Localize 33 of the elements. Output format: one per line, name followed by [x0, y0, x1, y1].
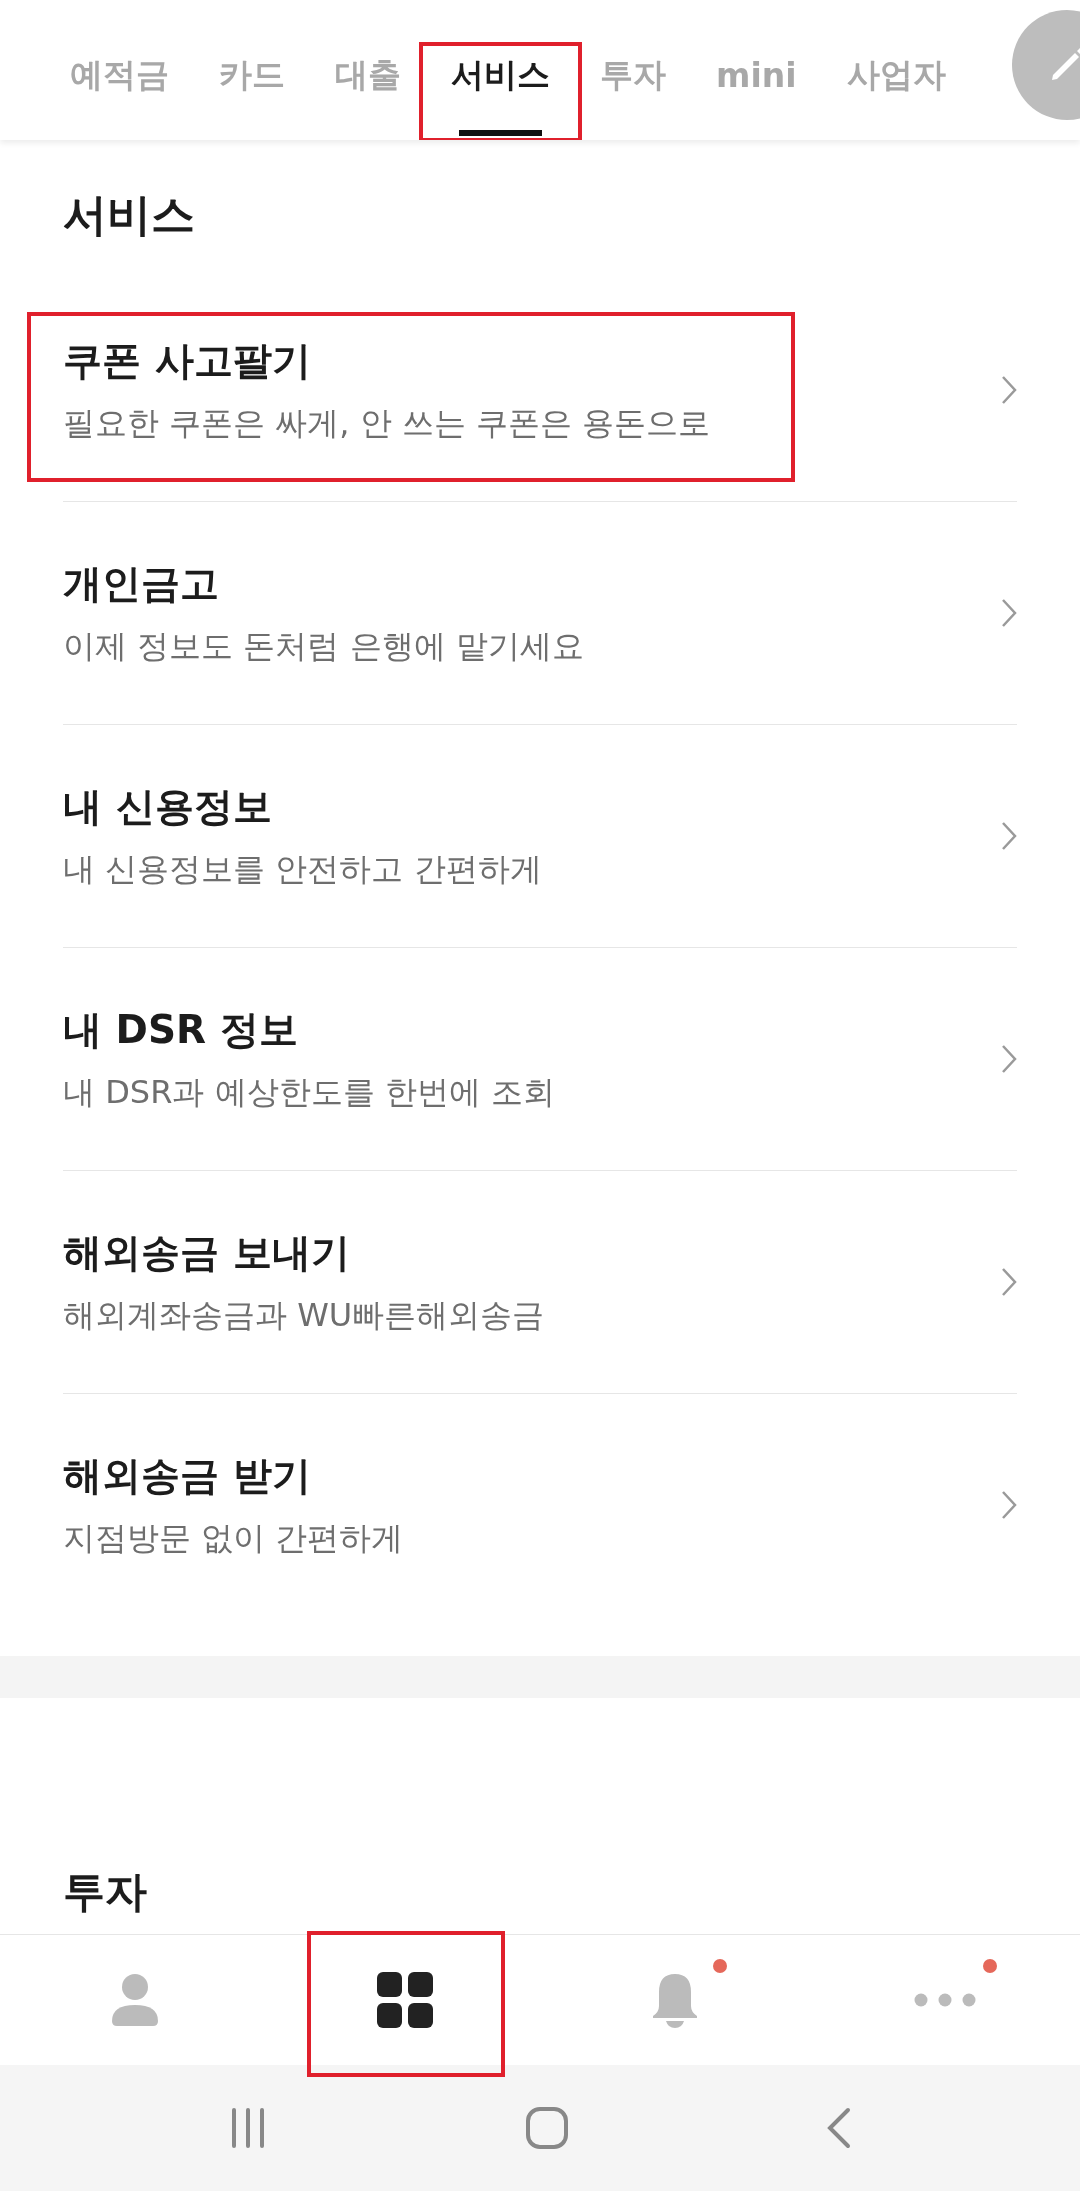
item-subtitle: 내 신용정보를 안전하고 간편하게 [63, 849, 542, 890]
section-title: 투자 [63, 1866, 148, 1918]
service-item[interactable]: 해외송금 보내기 해외계좌송금과 WU빠른해외송금 [63, 1171, 1017, 1394]
back-icon[interactable] [825, 2107, 852, 2149]
service-item[interactable]: 내 DSR 정보 내 DSR과 예상한도를 한번에 조회 [63, 948, 1017, 1171]
item-subtitle: 내 DSR과 예상한도를 한번에 조회 [63, 1072, 555, 1113]
item-title: 해외송금 받기 [63, 1452, 312, 1500]
item-title: 내 신용정보 [63, 783, 273, 831]
grid-icon [377, 1972, 433, 2028]
service-item[interactable]: 개인금고 이제 정보도 돈처럼 은행에 맡기세요 [63, 502, 1017, 725]
item-title: 개인금고 [63, 560, 220, 608]
profile-icon [110, 1973, 160, 2027]
item-subtitle: 필요한 쿠폰은 싸게, 안 쓰는 쿠폰은 용돈으로 [63, 403, 711, 444]
service-item[interactable]: 내 신용정보 내 신용정보를 안전하고 간편하게 [63, 725, 1017, 948]
service-item[interactable]: 쿠폰 사고팔기 필요한 쿠폰은 싸게, 안 쓰는 쿠폰은 용돈으로 [63, 279, 1017, 502]
chevron-right-icon [1001, 375, 1017, 405]
chevron-right-icon [1001, 1044, 1017, 1074]
item-subtitle: 지점방문 없이 간편하게 [63, 1518, 404, 1559]
item-title: 내 DSR 정보 [63, 1006, 299, 1054]
home-icon[interactable] [525, 2106, 569, 2150]
chevron-right-icon [1001, 598, 1017, 628]
more-icon [914, 1993, 976, 2007]
chevron-right-icon [1001, 821, 1017, 851]
bell-icon [652, 1972, 698, 2028]
item-title: 쿠폰 사고팔기 [63, 337, 312, 385]
service-item[interactable]: 해외송금 받기 지점방문 없이 간편하게 [63, 1394, 1017, 1616]
item-subtitle: 해외계좌송금과 WU빠른해외송금 [63, 1295, 545, 1336]
chevron-right-icon [1001, 1267, 1017, 1297]
tab[interactable]: 서비스 [445, 0, 556, 140]
section-title: 서비스 [63, 188, 196, 242]
item-subtitle: 이제 정보도 돈처럼 은행에 맡기세요 [63, 626, 584, 667]
item-title: 해외송금 보내기 [63, 1229, 351, 1277]
chevron-right-icon [1001, 1490, 1017, 1520]
